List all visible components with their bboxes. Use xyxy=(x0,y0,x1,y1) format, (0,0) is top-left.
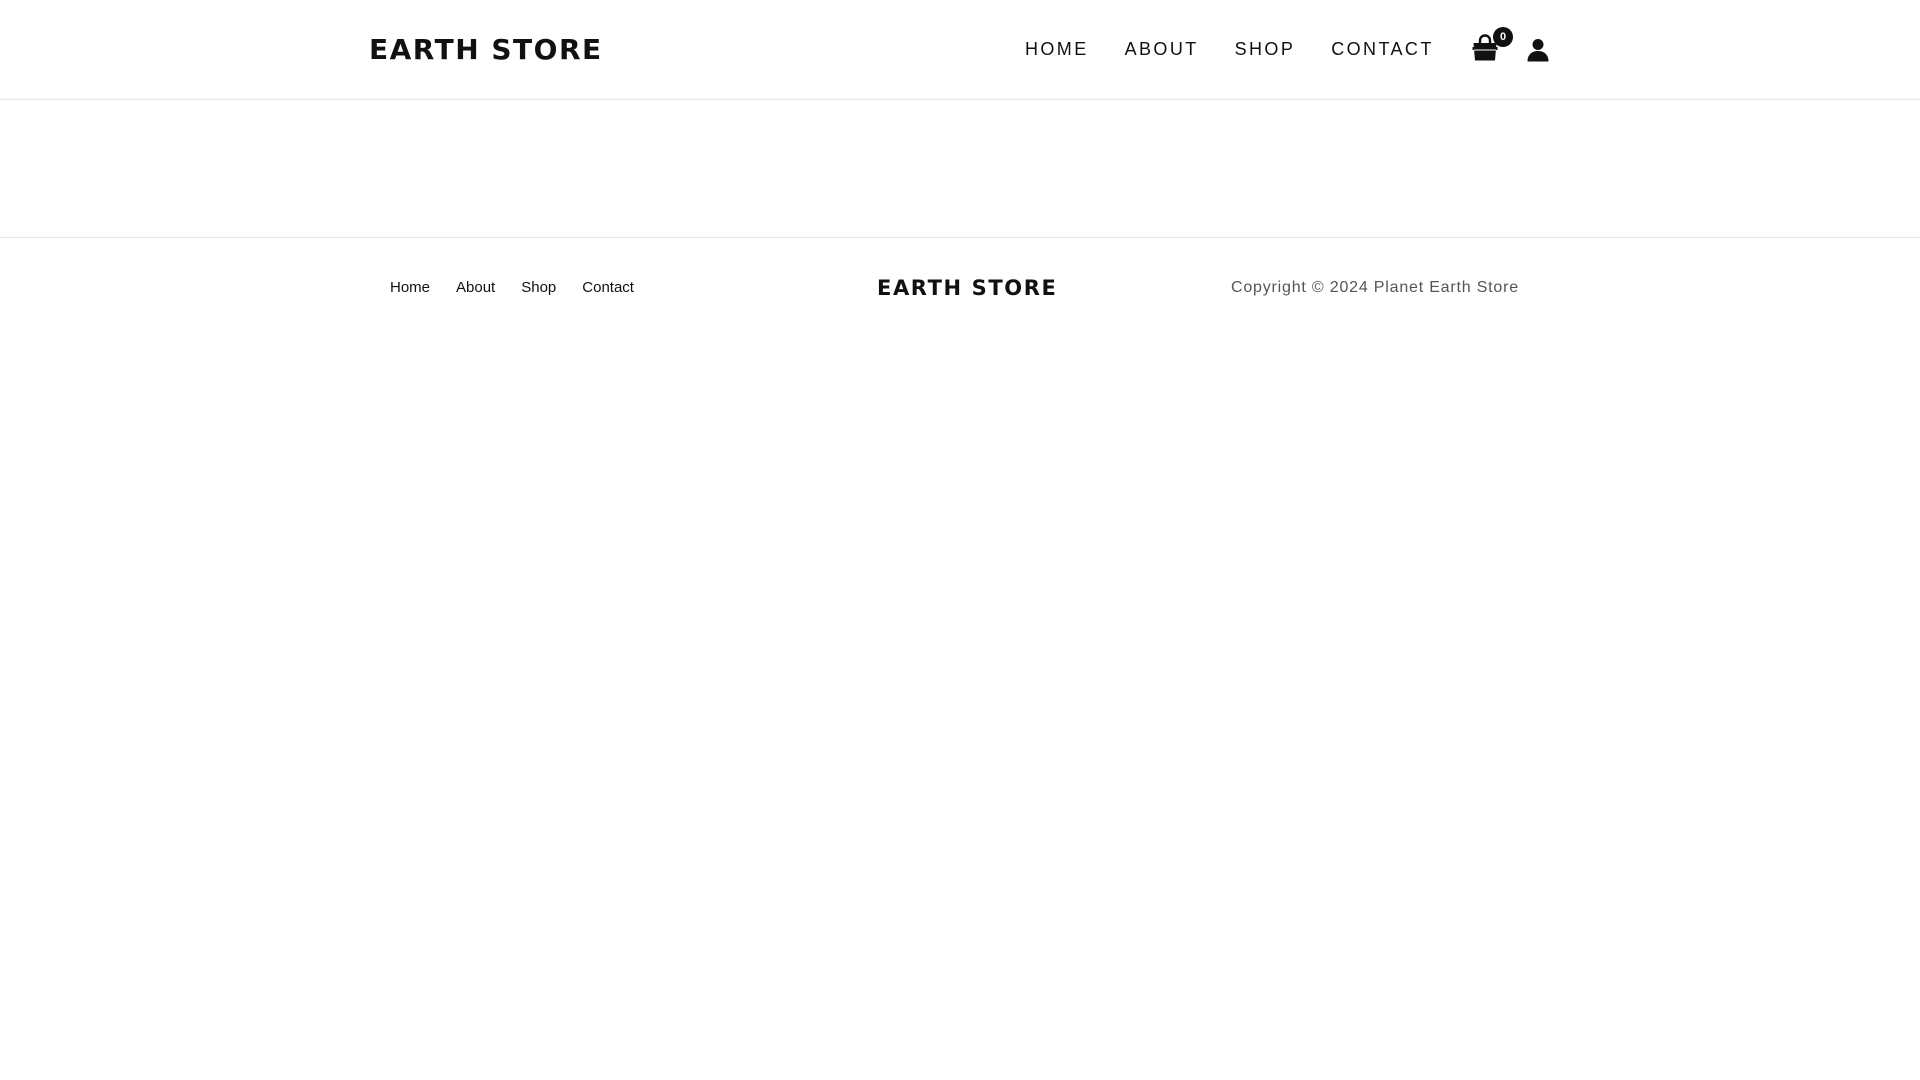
site-header: EARTH STORE HOME ABOUT SHOP CONTACT 0 xyxy=(0,0,1920,100)
footer-link-home[interactable]: Home xyxy=(390,278,430,298)
footer-nav: Home About Shop Contact xyxy=(390,278,634,298)
user-icon-graphic xyxy=(1527,39,1549,62)
footer-link-about[interactable]: About xyxy=(456,278,495,298)
main-content xyxy=(0,101,1920,237)
footer-link-shop[interactable]: Shop xyxy=(521,278,556,298)
nav-home[interactable]: HOME xyxy=(1025,36,1089,62)
nav-contact[interactable]: CONTACT xyxy=(1331,36,1433,62)
nav-shop[interactable]: SHOP xyxy=(1235,36,1296,62)
header-logo[interactable]: EARTH STORE xyxy=(369,32,603,68)
footer-logo[interactable]: EARTH STORE xyxy=(877,274,1057,302)
cart-count-badge: 0 xyxy=(1493,27,1513,47)
site-footer: Home About Shop Contact EARTH STORE Copy… xyxy=(0,237,1920,337)
main-nav: HOME ABOUT SHOP CONTACT xyxy=(1025,36,1434,62)
user-icon[interactable] xyxy=(1527,38,1549,62)
copyright-text: Copyright © 2024 Planet Earth Store xyxy=(1231,279,1519,296)
footer-link-contact[interactable]: Contact xyxy=(582,278,634,298)
nav-about[interactable]: ABOUT xyxy=(1125,36,1199,62)
